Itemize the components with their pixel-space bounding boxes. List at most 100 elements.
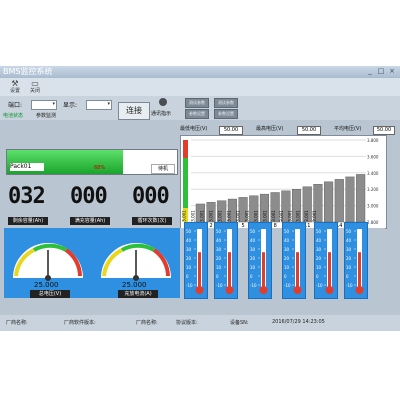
chart-ytick-label: 2.800 [367,220,379,225]
thermometer-tick-label: 10 [284,265,290,270]
thermometer-tick-label: -10 [284,283,291,288]
param-settings-button-1[interactable]: 参数设置 [185,109,209,119]
thermometer-tick-label: -10 [216,283,223,288]
chart-data-label: 3.001 [304,210,309,222]
thermometer-tick-label: -10 [346,283,353,288]
thermometer-tick-label: 50 [284,229,290,234]
chart-data-label: 3.001 [254,210,259,222]
thermometer-tick-label: 40 [316,238,322,243]
close-button[interactable]: × [388,68,396,75]
cell-voltage-chart: 3.8003.6003.4003.2003.0002.8003.00113.00… [180,135,387,229]
voltage-gauge-value: 25.000 [34,281,59,289]
thermometer-icon: 50 40 30 20 10 0 -10 [346,229,364,294]
chart-ytick-label: 3.800 [367,138,379,143]
chart-data-label: 3.001 [279,210,284,222]
thermometer-tick-label: -10 [250,283,257,288]
full-capacity-readout: 000 [70,184,108,209]
chevron-down-icon: ▾ [52,101,55,107]
thermometer-icon: 50 40 30 20 10 0 -10 [186,229,204,294]
thermometer-fill [296,252,299,287]
test-params-button-2[interactable]: 测试参数 [214,98,238,108]
maximize-button[interactable]: □ [377,68,385,75]
current-gauge-label: 充放电流(A) [118,290,158,298]
chart-data-label: 3.001 [236,210,241,222]
tools-icon: ⚒ [11,79,19,88]
tab-param-monitor[interactable]: 参数监测 [36,112,56,120]
thermometer-tick-label: 30 [250,247,256,252]
chart-data-label: 3.001 [208,210,213,222]
chart-data-label: 3.001 [217,210,222,222]
thermometer-icon: 50 40 30 20 10 0 -10 [216,229,234,294]
thermometer-tick-label: 30 [346,247,352,252]
cycle-count-readout: 000 [132,184,170,209]
thermometer-tick-label: 30 [186,247,192,252]
thermometer-icon: 50 40 30 20 10 0 -10 [316,229,334,294]
thermometer-tick-label: 20 [346,256,352,261]
remaining-capacity-label: 剩余容量(Ah) [8,217,48,225]
chart-data-label: 3.001 [181,210,186,222]
thermometer-tick-label: 40 [250,238,256,243]
thermometer-bulb [355,286,364,294]
close-menu-item[interactable]: ▭ 关闭 [26,79,44,95]
thermometer-tick-label: 10 [216,265,222,270]
thermometer-bulb [259,286,268,294]
settings-menu-item[interactable]: ⚒ 设置 [6,79,24,95]
minimize-button[interactable]: _ [366,68,374,75]
thermometer-bulb [293,286,302,294]
title-bar: BMS监控系统 _ □ × [0,66,400,78]
chart-data-label: 3.001 [312,210,317,222]
status-datetime: 2016/07/29 14:23:05 [272,319,325,325]
chart-data-label: 3.001 [227,210,232,222]
current-gauge-value: 25.000 [122,281,147,289]
avg-voltage-label: 平均电压(V) [334,126,362,132]
chart-ytick-label: 3.200 [367,187,379,192]
display-select[interactable]: ▾ [86,100,112,110]
chart-range-band [183,158,188,208]
thermometer-fill [328,252,331,287]
chart-ytick-label: 3.000 [367,204,379,209]
thermometer-3: 50 40 30 20 10 0 -10 [248,222,272,299]
chevron-down-icon: ▾ [107,101,110,107]
menu-bar: ⚒ 设置 ▭ 关闭 [0,78,400,96]
param-settings-button-2[interactable]: 参数设置 [214,109,238,119]
thermometer-tick-label: 20 [186,256,192,261]
thermometer-tick-label: 30 [316,247,322,252]
thermometer-bulb [225,286,234,294]
connect-button[interactable]: 连接 [118,102,150,120]
thermometer-icon: 50 40 30 20 10 0 -10 [284,229,302,294]
port-label: 端口: [8,102,23,109]
settings-menu-label: 设置 [9,88,20,94]
thermometer-tick-label: 10 [250,265,256,270]
status-device-sn: 设备SN: [230,320,249,326]
window-title: BMS监控系统 [3,67,53,76]
chart-bar [324,181,334,223]
thermometer-tick-label: 50 [250,229,256,234]
thermometer-fill [228,252,231,287]
status-bar: 厂商名称: 厂商软件版本: 厂商名称: 协议版本: 设备SN: 2016/07/… [0,315,400,331]
thermometer-fill [358,252,361,287]
thermometer-tick-label: 0 [346,274,349,279]
tab-battery-status[interactable]: 电池状态 [3,112,23,120]
voltage-gauge-panel: 25.000 总电压(V) [4,228,92,298]
thermometer-2: 50 40 30 20 10 0 -10 [214,222,238,299]
thermometer-tick-label: 50 [346,229,352,234]
thermometer-tick-label: 40 [346,238,352,243]
chart-data-label: 3.001 [271,210,276,222]
thermometer-tick-label: 40 [284,238,290,243]
test-params-button-1[interactable]: 测试参数 [185,98,209,108]
thermometer-icon: 50 40 30 20 10 0 -10 [250,229,268,294]
close-menu-label: 关闭 [29,88,40,94]
avg-voltage-value: 50.00 [373,126,395,135]
min-voltage-label: 最低电压(V) [180,126,208,132]
thermometer-tick-label: 0 [250,274,253,279]
port-select[interactable]: ▾ [31,100,57,110]
thermometer-tick-label: 40 [186,238,192,243]
status-firmware: 厂商软件版本: [64,320,96,326]
thermometer-tick-label: -10 [316,283,323,288]
cycle-count-label: 循环次数(次) [132,217,172,225]
thermometer-tick-label: -10 [186,283,193,288]
chart-ytick-label: 3.600 [367,154,379,159]
chart-data-label: 3.001 [263,210,268,222]
chart-data-label: 3.001 [296,210,301,222]
comm-indicator-icon [159,98,167,106]
